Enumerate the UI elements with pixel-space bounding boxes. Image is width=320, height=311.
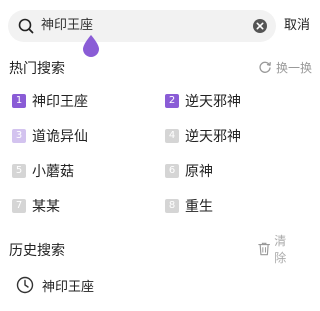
- clear-history-button[interactable]: 清除: [258, 234, 320, 265]
- hot-item-label: 道诡异仙: [32, 129, 88, 145]
- hot-item-label: 小蘑菇: [32, 164, 74, 180]
- history-item-label: 神印王座: [42, 279, 95, 295]
- search-icon: [18, 18, 34, 34]
- hot-item-label: 神印王座: [32, 94, 88, 110]
- rank-badge: 4: [165, 129, 179, 143]
- hot-item[interactable]: 8 重生: [165, 196, 213, 216]
- refresh-button[interactable]: 换一换: [258, 58, 312, 76]
- hot-item[interactable]: 3 道诡异仙: [12, 126, 88, 146]
- trash-icon: [258, 242, 270, 256]
- clear-input-icon[interactable]: [252, 18, 268, 34]
- history-item[interactable]: 神印王座: [8, 270, 296, 300]
- clock-icon: [16, 276, 34, 294]
- hot-item[interactable]: 5 小蘑菇: [12, 161, 74, 181]
- hot-item[interactable]: 4 逆天邪神: [165, 126, 241, 146]
- rank-badge: 8: [165, 199, 179, 213]
- hot-item-label: 重生: [185, 199, 213, 215]
- hot-item[interactable]: 6 原神: [165, 161, 213, 181]
- hot-item-label: 原神: [185, 164, 213, 180]
- rank-badge: 7: [12, 199, 26, 213]
- hot-item-label: 逆天邪神: [185, 94, 241, 110]
- history-title: 历史搜索: [9, 243, 65, 259]
- refresh-icon: [259, 61, 271, 73]
- text-cursor-handle[interactable]: [82, 34, 100, 58]
- hot-item-label: 某某: [32, 199, 60, 215]
- rank-badge: 2: [165, 94, 179, 108]
- hot-item-label: 逆天邪神: [185, 129, 241, 145]
- rank-badge: 1: [12, 94, 26, 108]
- refresh-label: 换一换: [276, 60, 313, 75]
- hot-item[interactable]: 2 逆天邪神: [165, 91, 241, 111]
- rank-badge: 6: [165, 164, 179, 178]
- clear-history-label: 清除: [274, 234, 301, 265]
- search-bar[interactable]: [8, 10, 276, 42]
- rank-badge: 5: [12, 164, 26, 178]
- rank-badge: 3: [12, 129, 26, 143]
- search-input[interactable]: [41, 10, 241, 42]
- hot-search-title: 热门搜索: [9, 61, 65, 77]
- cancel-button[interactable]: 取消: [284, 10, 310, 42]
- hot-item[interactable]: 1 神印王座: [12, 91, 88, 111]
- hot-item[interactable]: 7 某某: [12, 196, 60, 216]
